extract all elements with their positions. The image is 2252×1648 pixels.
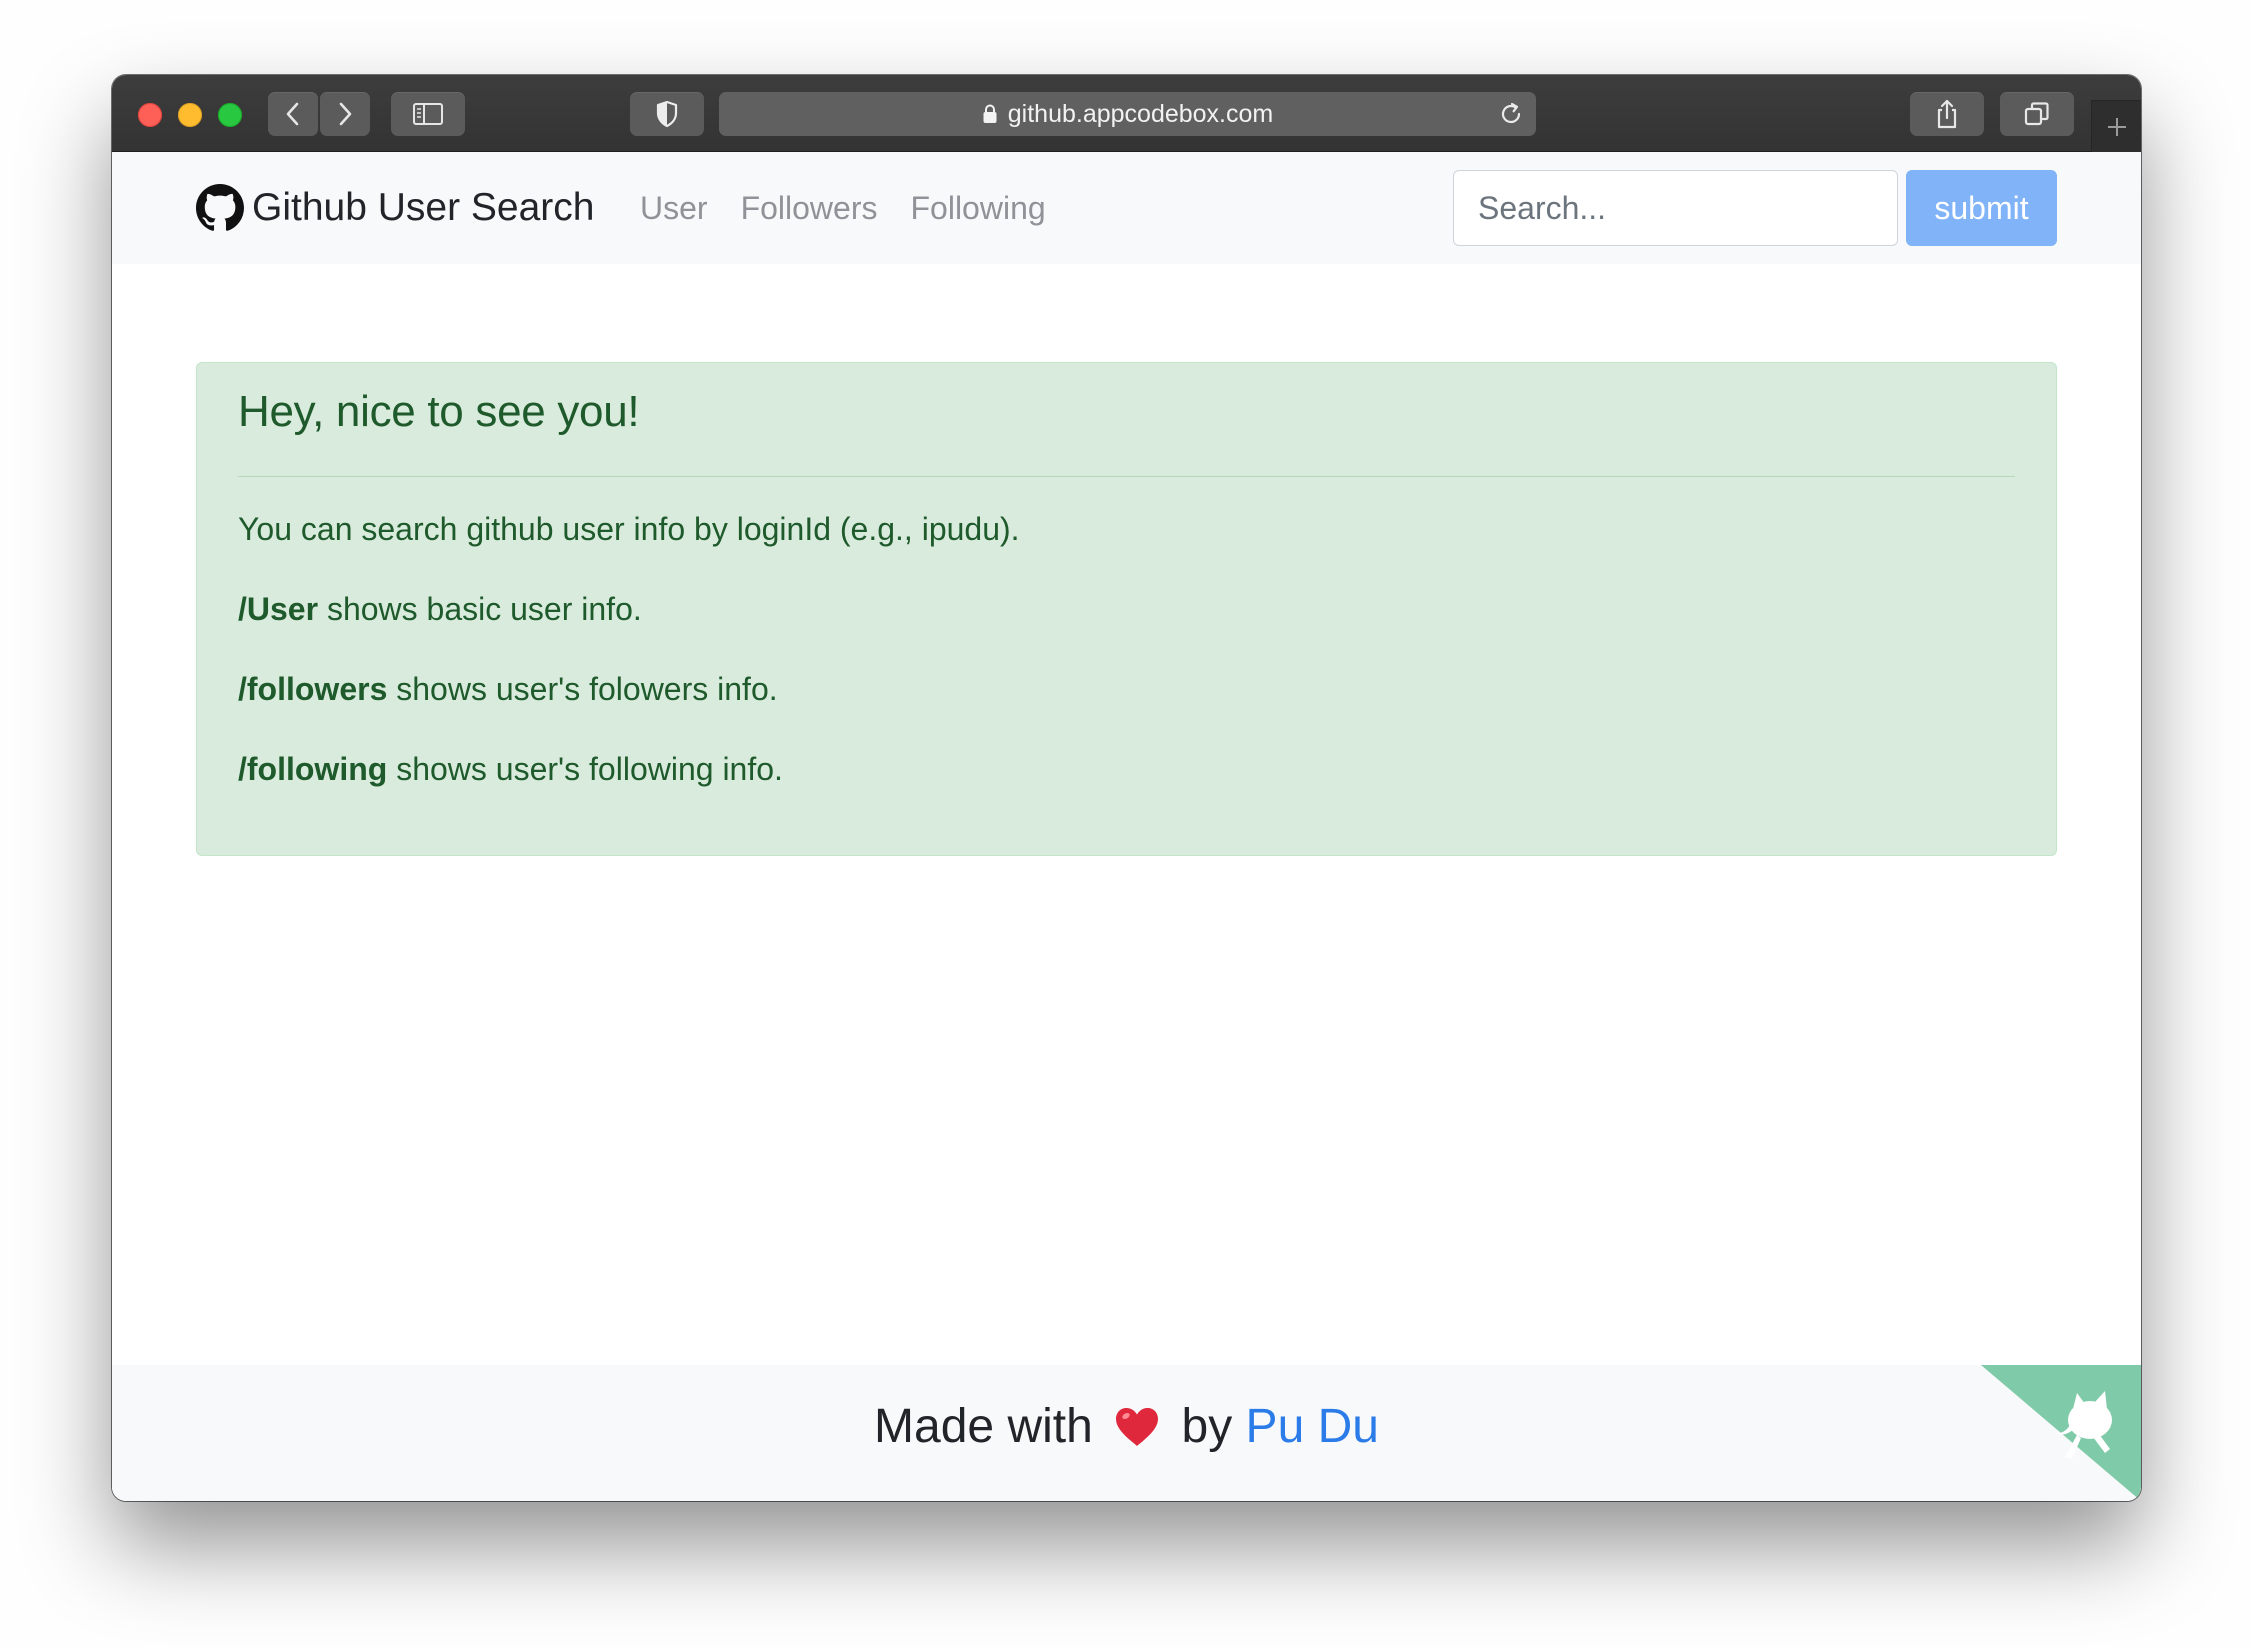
alert-line-followers: /followers shows user's folowers info. — [238, 671, 778, 708]
command-user-desc: shows basic user info. — [318, 591, 642, 627]
privacy-report-button[interactable] — [630, 92, 704, 136]
command-following: /following — [238, 751, 388, 787]
command-followers: /followers — [238, 671, 388, 707]
back-button[interactable] — [268, 92, 318, 136]
close-window-button[interactable] — [138, 103, 162, 127]
minimize-window-button[interactable] — [178, 103, 202, 127]
alert-divider — [238, 476, 2015, 477]
heart-icon — [1114, 1405, 1160, 1460]
zoom-window-button[interactable] — [218, 103, 242, 127]
share-button[interactable] — [1910, 92, 1984, 136]
screenshot-stage: github.appcodebox.com Github User Search… — [0, 0, 2252, 1648]
nav-link-user[interactable]: User — [640, 190, 708, 227]
web-page: Github User Search User Followers Follow… — [112, 152, 2141, 1501]
browser-toolbar: github.appcodebox.com — [112, 75, 2141, 152]
alert-heading: Hey, nice to see you! — [238, 387, 640, 436]
github-corner-icon — [1981, 1365, 2141, 1501]
tabs-icon — [2024, 102, 2049, 126]
github-corner-link[interactable] — [1981, 1365, 2141, 1501]
welcome-alert: Hey, nice to see you! You can search git… — [196, 362, 2057, 856]
back-arrow-icon — [286, 102, 299, 126]
footer-made-with: Made with — [874, 1400, 1093, 1453]
forward-button[interactable] — [320, 92, 370, 136]
footer: Made with by Pu Du — [112, 1365, 2141, 1501]
sidebar-icon — [413, 103, 443, 125]
navbar: Github User Search User Followers Follow… — [112, 152, 2141, 264]
new-tab-button[interactable] — [2091, 100, 2141, 152]
brand-title: Github User Search — [252, 186, 595, 229]
browser-window: github.appcodebox.com Github User Search… — [112, 75, 2141, 1501]
alert-line-user: /User shows basic user info. — [238, 591, 642, 628]
github-octocat-icon — [196, 184, 244, 232]
footer-credit: Made with by Pu Du — [112, 1399, 2141, 1460]
author-link[interactable]: Pu Du — [1246, 1400, 1379, 1453]
reload-icon[interactable] — [1498, 101, 1524, 134]
alert-intro: You can search github user info by login… — [238, 511, 1020, 547]
nav-link-followers[interactable]: Followers — [741, 190, 878, 227]
nav-link-following[interactable]: Following — [910, 190, 1045, 227]
footer-by: by — [1181, 1400, 1233, 1453]
show-tabs-button[interactable] — [2000, 92, 2074, 136]
nav-links: User Followers Following — [640, 182, 1079, 234]
command-user: /User — [238, 591, 319, 627]
address-bar[interactable]: github.appcodebox.com — [719, 92, 1536, 136]
share-icon — [1937, 99, 1957, 129]
submit-button[interactable]: submit — [1906, 170, 2057, 246]
forward-arrow-icon — [339, 102, 352, 126]
plus-icon — [2107, 117, 2126, 136]
navbar-brand[interactable]: Github User Search — [196, 182, 595, 234]
alert-line-following: /following shows user's following info. — [238, 751, 783, 788]
command-followers-desc: shows user's folowers info. — [387, 671, 778, 707]
lock-icon — [982, 104, 998, 124]
shield-icon — [656, 100, 678, 128]
sidebar-toggle-button[interactable] — [391, 92, 465, 136]
command-following-desc: shows user's following info. — [387, 751, 783, 787]
address-url: github.appcodebox.com — [1007, 99, 1274, 128]
search-input[interactable] — [1453, 170, 1898, 246]
